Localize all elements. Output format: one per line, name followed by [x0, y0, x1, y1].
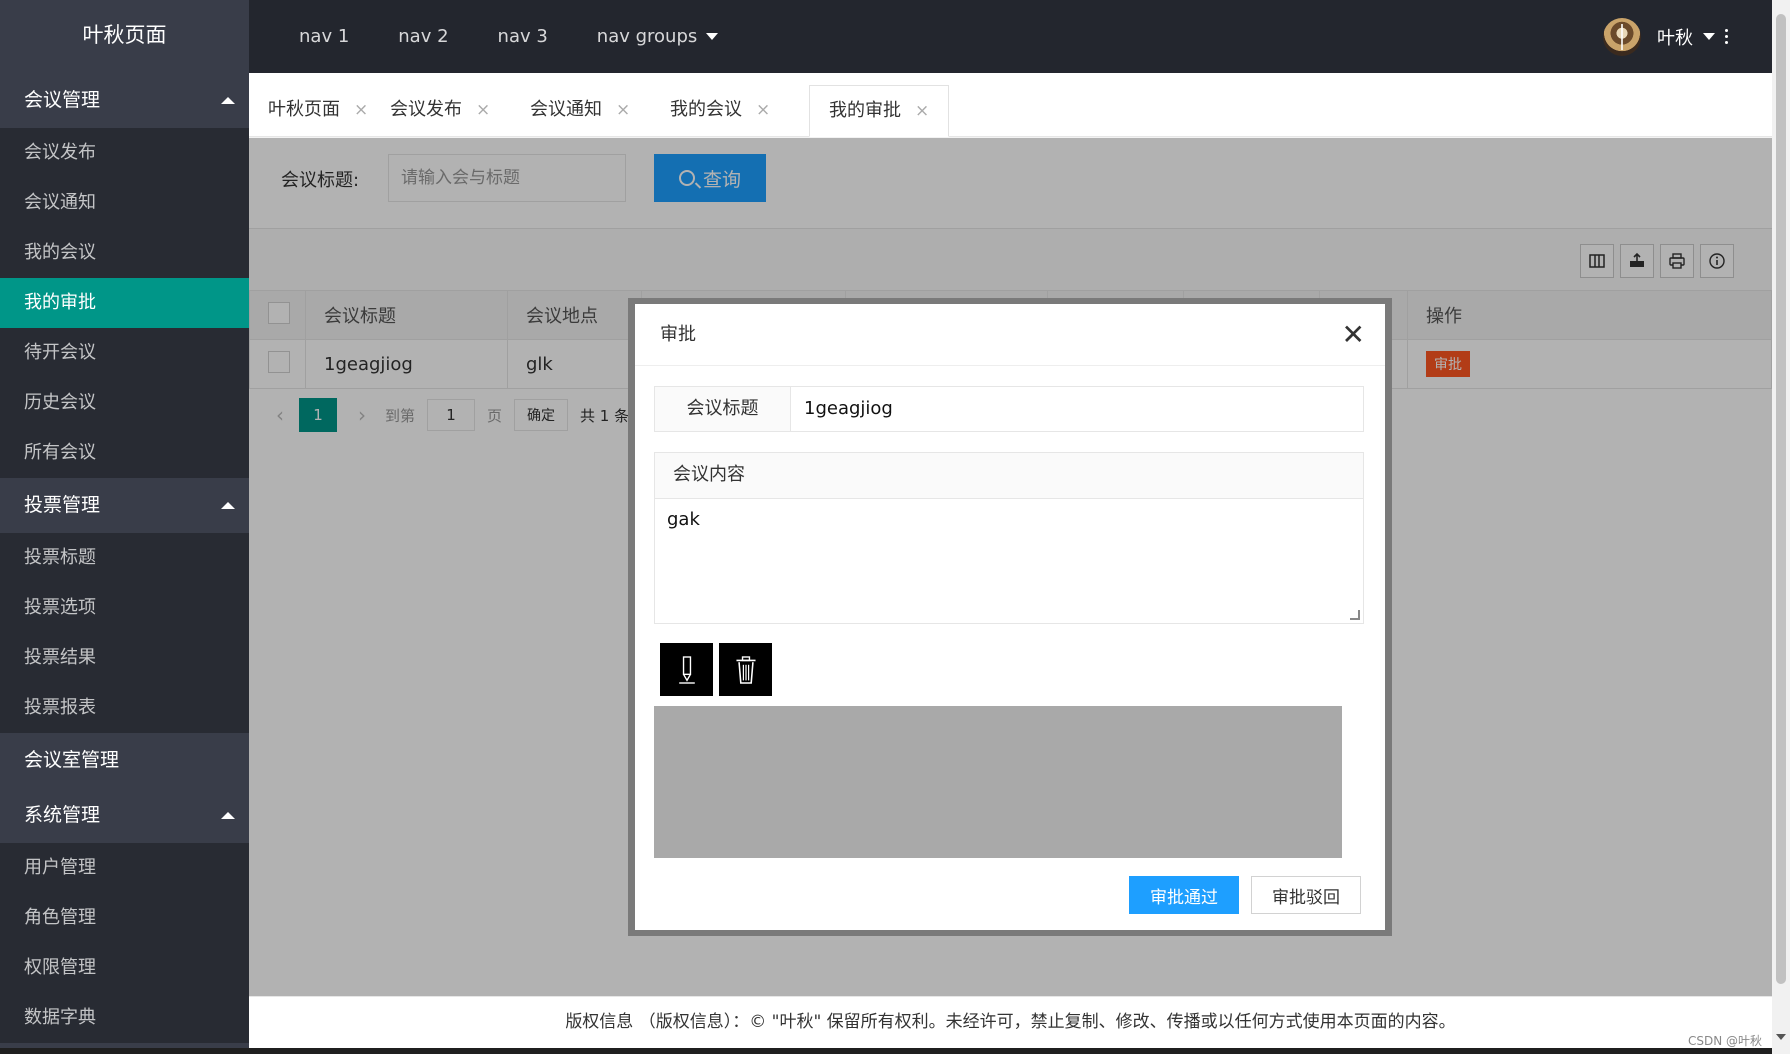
footer: 版权信息 （版权信息）：© "叶秋" 保留所有权利。未经许可，禁止复制、修改、传…: [249, 996, 1772, 1048]
menu-item-notice[interactable]: 会议通知: [0, 178, 249, 228]
menu-item-publish[interactable]: 会议发布: [0, 128, 249, 178]
menu-group-vote-items: 投票标题 投票选项 投票结果 投票报表: [0, 533, 249, 733]
tab-home[interactable]: 叶秋页面 ×: [249, 85, 368, 137]
user-menu[interactable]: 叶秋: [1603, 0, 1715, 73]
menu-group-label: 投票管理: [24, 494, 101, 516]
resize-handle-icon[interactable]: [1350, 610, 1360, 620]
tab-my-approval[interactable]: 我的审批 ×: [809, 85, 949, 137]
menu-item-permission[interactable]: 权限管理: [0, 943, 249, 993]
top-nav: nav 1 nav 2 nav 3 nav groups: [249, 0, 767, 73]
top-header: nav 1 nav 2 nav 3 nav groups 叶秋: [249, 0, 1790, 73]
nav-item-3[interactable]: nav 3: [498, 26, 548, 47]
menu-group-system[interactable]: 系统管理: [0, 788, 249, 843]
scrollbar-thumb[interactable]: [1776, 14, 1786, 984]
menu-group-label: 系统管理: [24, 804, 101, 826]
chevron-down-icon: [706, 33, 719, 40]
meeting-content-field: 会议内容 gak: [654, 452, 1364, 624]
page-tabs: 叶秋页面 × 会议发布 × 会议通知 × 我的会议 × 我的审批 ×: [249, 73, 1772, 137]
menu-group-vote[interactable]: 投票管理: [0, 478, 249, 533]
nav-item-1[interactable]: nav 1: [299, 26, 349, 47]
menu-group-label: 会议室管理: [24, 749, 120, 771]
close-icon[interactable]: ×: [354, 100, 368, 120]
avatar: [1603, 17, 1641, 56]
vertical-scrollbar[interactable]: [1772, 0, 1790, 1054]
close-icon[interactable]: ×: [756, 100, 770, 120]
copyright-text: 版权信息 （版权信息）：© "叶秋" 保留所有权利。未经许可，禁止复制、修改、传…: [565, 1012, 1456, 1032]
close-icon[interactable]: ✕: [1342, 304, 1365, 366]
scroll-down-icon[interactable]: [1776, 1034, 1786, 1040]
nav-item-groups[interactable]: nav groups: [596, 26, 719, 47]
tab-label: 会议发布: [390, 99, 462, 120]
vertical-ellipsis-icon[interactable]: [1716, 0, 1736, 73]
menu-group-system-items: 用户管理 角色管理 权限管理 数据字典: [0, 843, 249, 1043]
pen-icon: [678, 655, 695, 684]
nav-label: nav 1: [299, 26, 350, 47]
menu-item-role[interactable]: 角色管理: [0, 893, 249, 943]
menu-item-dictionary[interactable]: 数据字典: [0, 993, 249, 1043]
close-icon[interactable]: ×: [476, 100, 490, 120]
dialog-title: 审批: [660, 324, 696, 345]
meeting-content-value: gak: [667, 509, 700, 530]
bottom-strip: [0, 1048, 1790, 1054]
meeting-title-field: 会议标题 1geagjiog: [654, 386, 1364, 432]
approve-button[interactable]: 审批通过: [1129, 876, 1239, 914]
field-label: 会议标题: [655, 387, 791, 431]
app-logo[interactable]: 叶秋页面: [0, 0, 249, 73]
tab-publish[interactable]: 会议发布 ×: [371, 85, 490, 137]
tab-label: 我的审批: [829, 100, 901, 121]
tab-label: 我的会议: [670, 99, 742, 120]
tab-label: 会议通知: [530, 99, 602, 120]
menu-item-user[interactable]: 用户管理: [0, 843, 249, 893]
menu-item-upcoming[interactable]: 待开会议: [0, 328, 249, 378]
trash-icon: [735, 655, 756, 684]
clear-signature-button[interactable]: [719, 643, 772, 696]
menu-item-vote-title[interactable]: 投票标题: [0, 533, 249, 583]
nav-label: nav 2: [398, 26, 449, 47]
nav-item-2[interactable]: nav 2: [398, 26, 448, 47]
nav-label: nav 3: [497, 26, 548, 47]
caret-up-icon: [221, 97, 235, 104]
chevron-down-icon: [1703, 33, 1715, 40]
menu-item-my-approval[interactable]: 我的审批: [0, 278, 249, 328]
close-icon[interactable]: ×: [616, 100, 630, 120]
meeting-content-textarea[interactable]: gak: [655, 499, 1363, 623]
tab-notice[interactable]: 会议通知 ×: [511, 85, 630, 137]
menu-item-my-meeting[interactable]: 我的会议: [0, 228, 249, 278]
meeting-title-value[interactable]: 1geagjiog: [791, 387, 1363, 431]
user-name: 叶秋: [1657, 27, 1693, 49]
caret-up-icon: [221, 502, 235, 509]
menu-item-all[interactable]: 所有会议: [0, 428, 249, 478]
approval-dialog: 审批 ✕ 会议标题 1geagjiog 会议内容 gak 审批通过 审批驳回: [635, 304, 1385, 930]
pen-tool-button[interactable]: [660, 643, 713, 696]
menu-item-history[interactable]: 历史会议: [0, 378, 249, 428]
close-icon[interactable]: ×: [915, 101, 929, 121]
field-label: 会议内容: [655, 453, 1363, 499]
caret-up-icon: [221, 812, 235, 819]
tab-my-meeting[interactable]: 我的会议 ×: [651, 85, 770, 137]
tab-label: 叶秋页面: [268, 99, 340, 120]
menu-item-vote-report[interactable]: 投票报表: [0, 683, 249, 733]
menu-item-vote-result[interactable]: 投票结果: [0, 633, 249, 683]
menu-group-meeting-items: 会议发布 会议通知 我的会议 我的审批 待开会议 历史会议 所有会议: [0, 128, 249, 478]
nav-label: nav groups: [596, 26, 698, 47]
menu-group-room[interactable]: 会议室管理: [0, 733, 249, 788]
reject-button[interactable]: 审批驳回: [1251, 876, 1361, 914]
dialog-header: 审批 ✕: [635, 304, 1385, 366]
signature-canvas[interactable]: [654, 706, 1342, 858]
menu-item-vote-option[interactable]: 投票选项: [0, 583, 249, 633]
menu-group-meeting[interactable]: 会议管理: [0, 73, 249, 128]
watermark: CSDN @叶秋: [1687, 1034, 1762, 1048]
side-menu: 叶秋页面 会议管理 会议发布 会议通知 我的会议 我的审批 待开会议 历史会议 …: [0, 0, 249, 1054]
menu-group-label: 会议管理: [24, 89, 101, 111]
